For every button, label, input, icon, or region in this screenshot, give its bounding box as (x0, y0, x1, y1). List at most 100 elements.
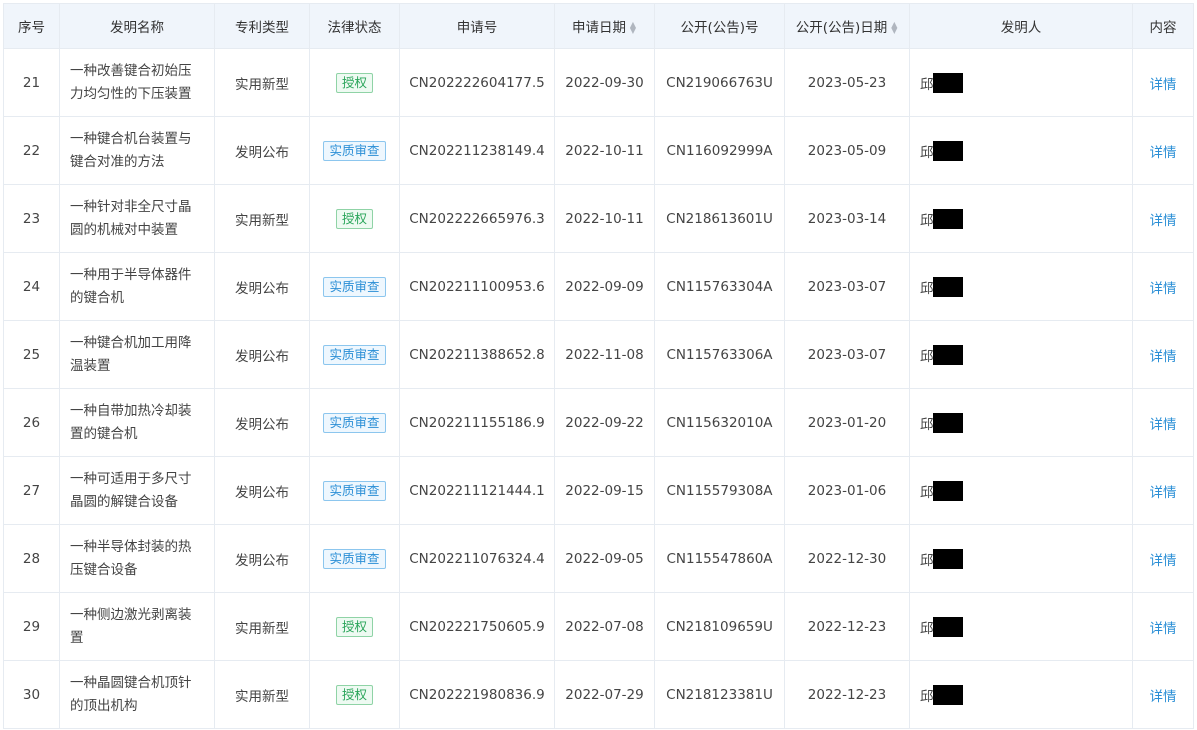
patent-type: 实用新型 (214, 184, 310, 253)
publication-date: 2022-12-23 (784, 592, 910, 661)
inventor-name: 邱 (920, 552, 934, 569)
invention-name: 一种键合机台装置与键合对准的方法 (59, 116, 215, 185)
legal-status-cell: 实质审查 (309, 524, 400, 593)
inventor-name: 邱 (920, 212, 934, 229)
application-date: 2022-10-11 (554, 184, 655, 253)
header-content: 内容 (1132, 3, 1194, 49)
patent-type: 实用新型 (214, 592, 310, 661)
patent-type: 发明公布 (214, 456, 310, 525)
application-date: 2022-09-30 (554, 48, 655, 117)
detail-cell: 详情 (1132, 116, 1194, 185)
detail-link[interactable]: 详情 (1150, 281, 1177, 297)
detail-link[interactable]: 详情 (1150, 145, 1177, 161)
application-date: 2022-10-11 (554, 116, 655, 185)
legal-status-cell: 授权 (309, 48, 400, 117)
detail-cell: 详情 (1132, 252, 1194, 321)
row-no: 29 (3, 592, 60, 661)
patent-type: 发明公布 (214, 320, 310, 389)
header-type: 专利类型 (214, 3, 310, 49)
header-inventor: 发明人 (909, 3, 1133, 49)
publication-number: CN218613601U (654, 184, 785, 253)
publication-number: CN115579308A (654, 456, 785, 525)
status-badge: 实质审查 (323, 140, 386, 161)
inventor-name: 邱 (920, 76, 934, 93)
application-date: 2022-11-08 (554, 320, 655, 389)
application-number: CN202211076324.4 (399, 524, 555, 593)
table-row: 30 一种晶圆键合机顶针的顶出机构 实用新型 授权 CN202221980836.9 20… (3, 660, 1194, 729)
table-row: 28 一种半导体封装的热压键合设备 发明公布 实质审查 CN202211076324.4… (3, 524, 1194, 593)
invention-name: 一种针对非全尺寸晶圆的机械对中装置 (59, 184, 215, 253)
redaction-block (932, 276, 963, 297)
legal-status-cell: 授权 (309, 184, 400, 253)
patent-type: 发明公布 (214, 252, 310, 321)
invention-name: 一种用于半导体器件的键合机 (59, 252, 215, 321)
publication-date: 2023-05-23 (784, 48, 910, 117)
publication-date: 2023-05-09 (784, 116, 910, 185)
patent-type: 发明公布 (214, 116, 310, 185)
redaction-block (932, 616, 963, 637)
redaction-block (932, 480, 963, 501)
publication-number: CN219066763U (654, 48, 785, 117)
patent-type: 实用新型 (214, 48, 310, 117)
application-number: CN202222604177.5 (399, 48, 555, 117)
detail-link[interactable]: 详情 (1150, 417, 1177, 433)
detail-link[interactable]: 详情 (1150, 621, 1177, 637)
legal-status-cell: 实质审查 (309, 456, 400, 525)
legal-status-cell: 实质审查 (309, 252, 400, 321)
header-app-date-label: 申请日期 (572, 20, 626, 36)
inventor-cell: 邱 (909, 660, 1133, 729)
detail-cell: 详情 (1132, 48, 1194, 117)
redaction-block (932, 684, 963, 705)
header-app-no: 申请号 (399, 3, 555, 49)
patent-table: 序号 发明名称 专利类型 法律状态 申请号 申请日期 ▲ ▼ 公开(公告)号 公开(… (3, 3, 1194, 729)
inventor-cell: 邱 (909, 592, 1133, 661)
header-pub-no: 公开(公告)号 (654, 3, 785, 49)
table-row: 24 一种用于半导体器件的键合机 发明公布 实质审查 CN202211100953.6 2… (3, 252, 1194, 321)
publication-date: 2022-12-30 (784, 524, 910, 593)
row-no: 22 (3, 116, 60, 185)
publication-date: 2022-12-23 (784, 660, 910, 729)
detail-link[interactable]: 详情 (1150, 553, 1177, 569)
application-date: 2022-07-29 (554, 660, 655, 729)
application-number: CN202221750605.9 (399, 592, 555, 661)
detail-link[interactable]: 详情 (1150, 349, 1177, 365)
header-app-date[interactable]: 申请日期 ▲ ▼ (554, 3, 655, 49)
status-badge: 实质审查 (323, 548, 386, 569)
detail-link[interactable]: 详情 (1150, 77, 1177, 93)
patent-table-container: 序号 发明名称 专利类型 法律状态 申请号 申请日期 ▲ ▼ 公开(公告)号 公开(… (3, 3, 1194, 729)
detail-link[interactable]: 详情 (1150, 485, 1177, 501)
detail-cell: 详情 (1132, 660, 1194, 729)
application-number: CN202211388652.8 (399, 320, 555, 389)
sort-caret-icon[interactable]: ▲ ▼ (890, 21, 898, 35)
row-no: 28 (3, 524, 60, 593)
inventor-cell: 邱 (909, 184, 1133, 253)
detail-cell: 详情 (1132, 524, 1194, 593)
sort-caret-icon[interactable]: ▲ ▼ (629, 21, 637, 35)
detail-link[interactable]: 详情 (1150, 689, 1177, 705)
table-body: 21 一种改善键合初始压力均匀性的下压装置 实用新型 授权 CN202222604177… (3, 48, 1194, 729)
redaction-block (932, 140, 963, 161)
inventor-name: 邱 (920, 484, 934, 501)
publication-number: CN115632010A (654, 388, 785, 457)
status-badge: 授权 (335, 72, 373, 93)
header-pub-date[interactable]: 公开(公告)日期 ▲ ▼ (784, 3, 910, 49)
invention-name: 一种改善键合初始压力均匀性的下压装置 (59, 48, 215, 117)
status-badge: 授权 (335, 208, 373, 229)
invention-name: 一种自带加热冷却装置的键合机 (59, 388, 215, 457)
invention-name: 一种半导体封装的热压键合设备 (59, 524, 215, 593)
status-badge: 实质审查 (323, 344, 386, 365)
table-row: 27 一种可适用于多尺寸晶圆的解键合设备 发明公布 实质审查 CN20221112144… (3, 456, 1194, 525)
inventor-cell: 邱 (909, 524, 1133, 593)
detail-cell: 详情 (1132, 184, 1194, 253)
inventor-name: 邱 (920, 416, 934, 433)
patent-type: 发明公布 (214, 524, 310, 593)
invention-name: 一种晶圆键合机顶针的顶出机构 (59, 660, 215, 729)
publication-date: 2023-01-20 (784, 388, 910, 457)
legal-status-cell: 授权 (309, 592, 400, 661)
inventor-name: 邱 (920, 688, 934, 705)
legal-status-cell: 实质审查 (309, 116, 400, 185)
inventor-cell: 邱 (909, 48, 1133, 117)
detail-link[interactable]: 详情 (1150, 213, 1177, 229)
application-number: CN202211238149.4 (399, 116, 555, 185)
row-no: 26 (3, 388, 60, 457)
